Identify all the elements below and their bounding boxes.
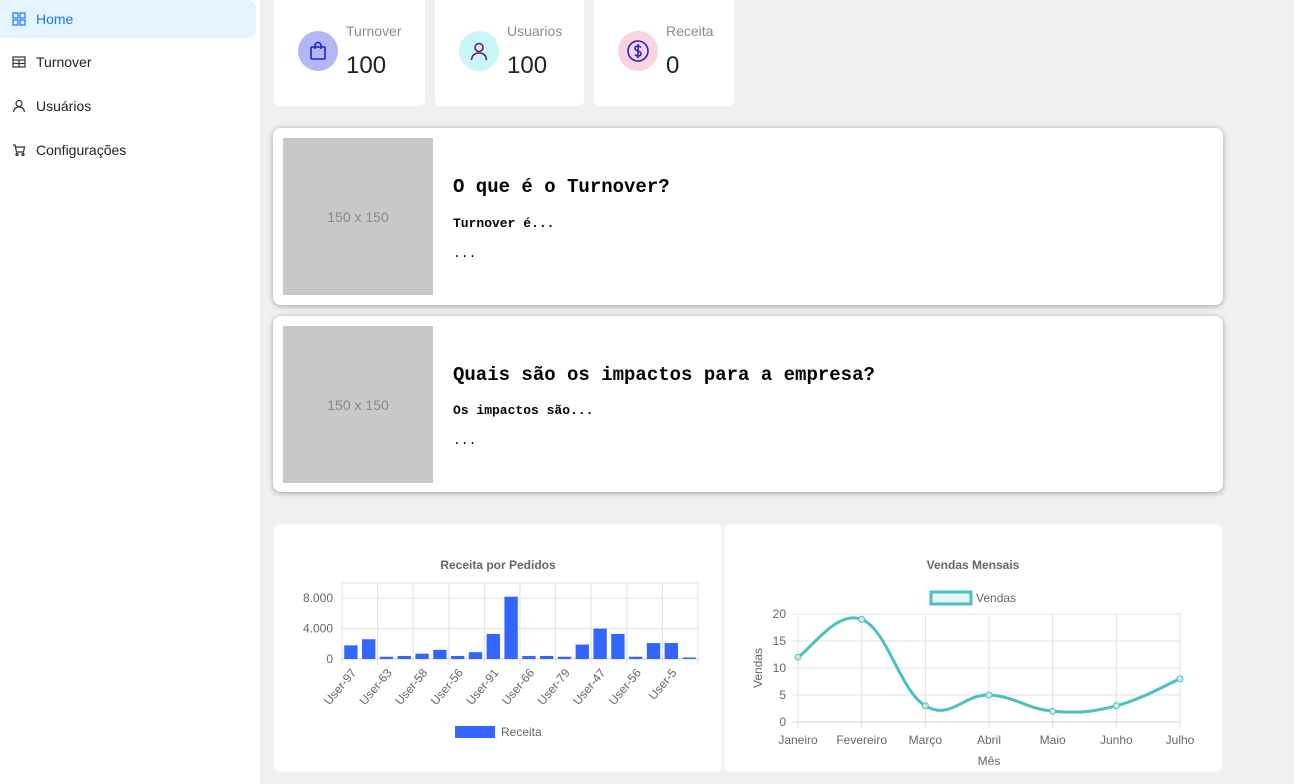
sidebar-item-label: Turnover (36, 54, 92, 70)
x-tick-label: User-56 (428, 666, 466, 708)
y-tick-label: 15 (773, 634, 787, 648)
info-card: 150 x 150 Quais são os impactos para a e… (273, 316, 1223, 492)
bar (433, 649, 447, 659)
x-tick-label: User-97 (321, 666, 359, 708)
bar (664, 643, 678, 659)
data-point (921, 702, 929, 710)
x-tick-label: User-5 (646, 666, 680, 703)
stat-card-turnover: Turnover 100 (274, 0, 425, 106)
dollar-icon (618, 31, 658, 71)
bar (682, 657, 696, 659)
stat-value: 100 (507, 52, 548, 79)
bar (629, 656, 643, 659)
card-body: ... (453, 246, 477, 261)
x-tick-label: User-63 (357, 666, 395, 708)
bar (397, 655, 411, 659)
bar-chart-card: Receita por Pedidos 0 4.000 8.000 User-97 Use… (274, 524, 722, 772)
card-body: ... (453, 433, 477, 448)
chart-title: Vendas Mensais (927, 558, 1020, 572)
data-point (985, 691, 993, 699)
shopping-bag-icon (298, 31, 338, 71)
data-point (858, 615, 866, 623)
sidebar-item-home[interactable]: Home (0, 0, 256, 38)
image-placeholder: 150 x 150 (283, 326, 433, 483)
x-tick-label: Maio (1040, 733, 1066, 747)
line-chart-card: Vendas Mensais Vendas 0 5 10 15 20 Janeiro Fever… (724, 524, 1222, 772)
stat-value: 100 (346, 52, 387, 79)
x-tick-label: Abril (977, 733, 1001, 747)
sidebar-item-configuracoes[interactable]: Configurações (0, 131, 256, 169)
card-title: O que é o Turnover? (453, 176, 670, 198)
data-point (1176, 675, 1184, 683)
stat-value: 0 (666, 52, 680, 79)
bar (486, 633, 500, 659)
x-axis-title: Mês (978, 754, 1001, 768)
x-tick-label: User-66 (499, 666, 537, 708)
stat-card-receita: Receita 0 (594, 0, 734, 106)
sidebar-item-label: Configurações (36, 142, 127, 158)
x-tick-label: User-56 (606, 666, 644, 708)
dashboard-icon (12, 12, 26, 26)
bar (451, 655, 465, 659)
x-tick-label: User-47 (570, 666, 608, 708)
bar (504, 596, 518, 659)
bar (468, 652, 483, 659)
x-tick-label: User-58 (392, 666, 430, 708)
bar (522, 655, 536, 659)
data-point (1112, 702, 1120, 710)
table-icon (12, 55, 26, 69)
data-point (794, 653, 802, 661)
bar (540, 655, 554, 659)
x-tick-label: User-79 (535, 666, 573, 708)
stat-label: Receita (666, 23, 714, 39)
legend-swatch (929, 590, 973, 606)
y-tick-label: 8.000 (303, 591, 333, 605)
y-tick-label: 4.000 (303, 622, 333, 636)
bar (593, 628, 607, 659)
bar (611, 633, 625, 659)
user-icon (12, 99, 26, 113)
bar (557, 656, 572, 659)
chart-title: Receita por Pedidos (440, 558, 556, 572)
y-axis-title: Vendas (751, 648, 765, 688)
bar (646, 643, 661, 659)
x-tick-label: Julho (1166, 733, 1195, 747)
y-tick-label: 0 (779, 715, 786, 729)
sidebar-item-turnover[interactable]: Turnover (0, 43, 256, 81)
legend-label: Vendas (976, 591, 1016, 605)
user-icon (459, 31, 499, 71)
y-tick-label: 5 (779, 688, 786, 702)
info-card: 150 x 150 O que é o Turnover? Turnover é… (273, 128, 1223, 305)
x-tick-label: Março (909, 733, 943, 747)
sidebar-item-label: Usuários (36, 98, 92, 114)
bar (344, 645, 358, 659)
sidebar-item-usuarios[interactable]: Usuários (0, 87, 256, 125)
bar (379, 656, 394, 659)
x-tick-label: Fevereiro (836, 733, 887, 747)
legend-swatch (455, 726, 495, 738)
y-tick-label: 0 (326, 652, 333, 666)
y-tick-label: 10 (773, 661, 787, 675)
x-tick-label: Junho (1100, 733, 1133, 747)
data-point (1049, 707, 1057, 715)
sidebar-item-label: Home (36, 11, 74, 27)
line-chart: Vendas Mensais Vendas 0 5 10 15 20 Janeiro Fever… (751, 558, 1195, 768)
card-title: Quais são os impactos para a empresa? (453, 364, 875, 386)
x-tick-label: User-91 (463, 666, 501, 708)
card-subtitle: Turnover é... (453, 216, 555, 231)
x-tick-label: Janeiro (778, 733, 818, 747)
cart-icon (12, 143, 26, 157)
card-subtitle: Os impactos são... (453, 403, 594, 418)
stat-card-usuarios: Usuarios 100 (435, 0, 584, 106)
bar (575, 644, 589, 659)
legend-label: Receita (501, 725, 542, 739)
y-tick-label: 20 (773, 607, 787, 621)
sidebar: Home Turnover Usuários Configurações (0, 0, 260, 784)
bar-chart: Receita por Pedidos04.0008.000User-97Use… (303, 558, 699, 739)
bar (415, 653, 429, 659)
bar (362, 639, 376, 659)
stat-label: Turnover (346, 23, 402, 39)
stat-label: Usuarios (507, 23, 563, 39)
image-placeholder: 150 x 150 (283, 138, 433, 295)
